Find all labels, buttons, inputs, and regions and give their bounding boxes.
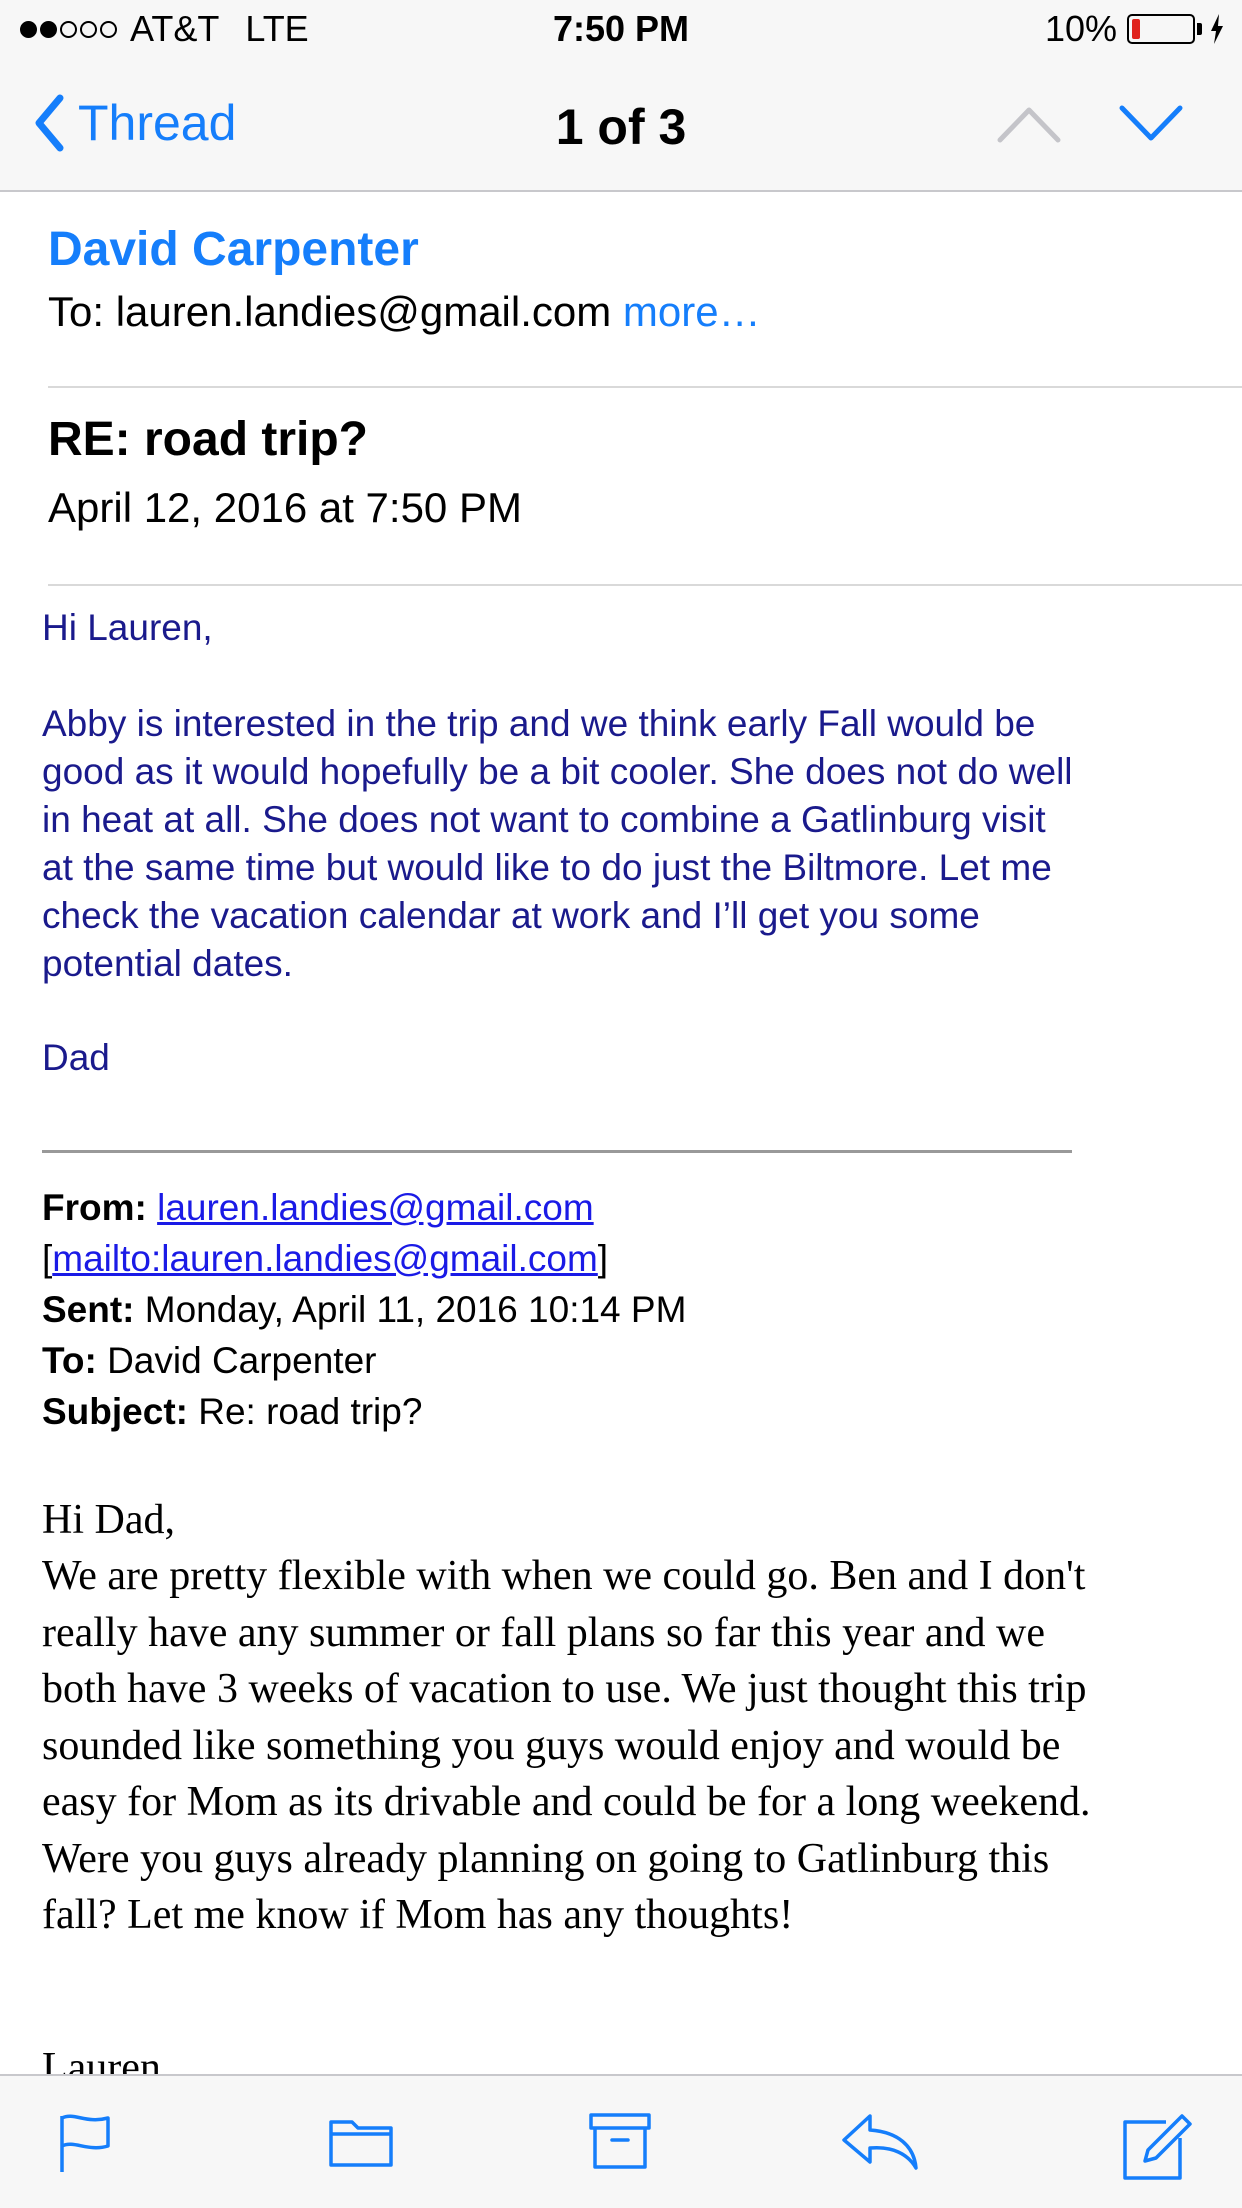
quoted-from-line: From: lauren.landies@gmail.com [42, 1187, 594, 1228]
battery-icon [1127, 14, 1195, 44]
chevron-down-icon [1119, 105, 1183, 141]
archive-button[interactable] [588, 2112, 652, 2175]
next-message-button[interactable] [1118, 104, 1184, 149]
quoted-signoff: Lauren [42, 2045, 161, 2074]
bottom-toolbar [0, 2074, 1242, 2208]
more-recipients-link[interactable]: more… [623, 288, 761, 335]
quoted-mailto-line: [mailto:lauren.landies@gmail.com] [42, 1238, 609, 1279]
recipient-address[interactable]: lauren.landies@gmail.com [116, 288, 612, 335]
quoted-subject-line: Subject: Re: road trip? [42, 1391, 423, 1432]
folder-icon [329, 2120, 393, 2167]
message-date: April 12, 2016 at 7:50 PM [48, 484, 522, 531]
quoted-greeting: Hi Dad, [42, 1497, 175, 1543]
compose-button[interactable] [1122, 2112, 1194, 2187]
header-divider [48, 386, 1242, 388]
move-to-folder-button[interactable] [328, 2112, 394, 2173]
reply-body: Abby is interested in the trip and we th… [42, 703, 1073, 984]
chevron-up-icon [997, 107, 1061, 143]
to-label: To: [48, 288, 105, 335]
charging-bolt-icon [1211, 14, 1223, 44]
previous-message-button[interactable] [996, 104, 1062, 149]
sender-name[interactable]: David Carpenter [48, 222, 419, 277]
battery-percent: 10% [1044, 8, 1117, 49]
reply-button[interactable] [840, 2112, 920, 2177]
quoted-to-line: To: David Carpenter [42, 1340, 377, 1381]
reply-icon [842, 2114, 918, 2170]
quoted-header: From: lauren.landies@gmail.com [mailto:l… [42, 1182, 1142, 1437]
flag-button[interactable] [58, 2112, 114, 2179]
mailto-link[interactable]: mailto:lauren.landies@gmail.com [52, 1238, 598, 1279]
message-subject: RE: road trip? [48, 413, 368, 466]
quoted-from-email-link[interactable]: lauren.landies@gmail.com [157, 1187, 594, 1228]
flag-icon [60, 2114, 110, 2172]
reply-greeting: Hi Lauren, [42, 607, 213, 648]
body-divider [48, 584, 1242, 586]
recipient-line: To: lauren.landies@gmail.com more… [48, 288, 761, 336]
quoted-sent-line: Sent: Monday, April 11, 2016 10:14 PM [42, 1289, 687, 1330]
back-button-label: Thread [78, 95, 237, 151]
back-button[interactable]: Thread [34, 94, 236, 152]
archive-icon [589, 2113, 651, 2169]
compose-icon [1123, 2114, 1192, 2180]
navigation-bar: Thread 1 of 3 [0, 60, 1242, 192]
reply-signature: Dad [42, 1037, 110, 1078]
status-right: 10% [1045, 8, 1224, 50]
chevron-left-icon [35, 94, 64, 152]
status-bar: AT&T LTE 7:50 PM 10% [0, 0, 1242, 60]
quote-separator [42, 1150, 1072, 1153]
quoted-body: We are pretty flexible with when we coul… [42, 1553, 1091, 1938]
